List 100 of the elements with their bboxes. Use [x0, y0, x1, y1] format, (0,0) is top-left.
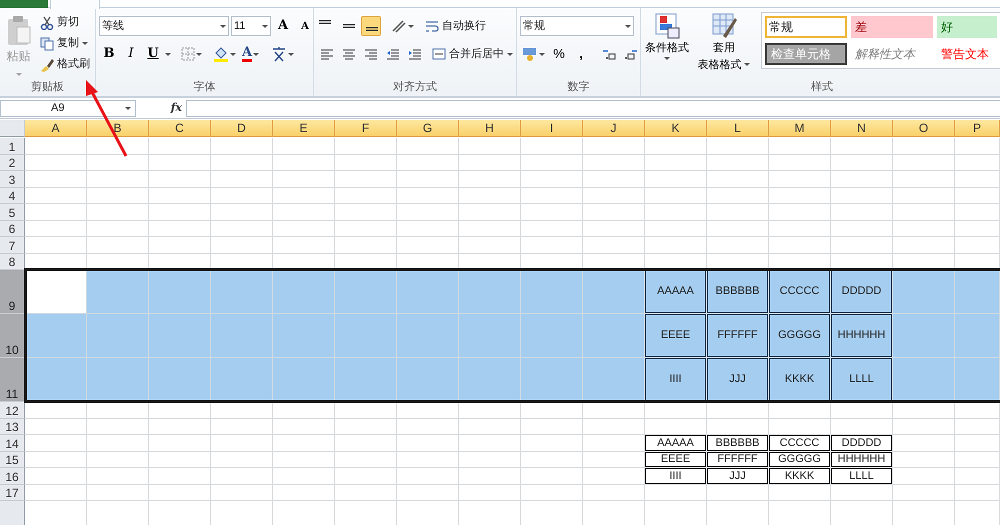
row-header[interactable]: 3: [0, 171, 25, 188]
empty-cell: [521, 171, 583, 188]
cell-style-item[interactable]: 差: [850, 16, 933, 38]
empty-cell: [893, 204, 955, 220]
row-header[interactable]: 11: [0, 358, 25, 402]
font-size-dropdown[interactable]: 11: [231, 16, 271, 36]
selected-cell: [583, 314, 645, 358]
scissors-icon: [40, 16, 54, 30]
bold-button[interactable]: B: [99, 44, 119, 64]
table-cell: CCCCC: [769, 435, 831, 452]
row-header[interactable]: 13: [0, 418, 25, 435]
empty-cell: [149, 435, 211, 452]
row-header[interactable]: 15: [0, 452, 25, 468]
column-header[interactable]: N: [831, 120, 893, 137]
font-color-button[interactable]: A: [240, 44, 262, 64]
merge-center-button[interactable]: 合并后居中: [430, 44, 515, 64]
row-header[interactable]: 1: [0, 138, 25, 154]
grow-font-button[interactable]: A: [273, 16, 293, 36]
empty-cell: [521, 418, 583, 435]
empty-cell: [335, 237, 397, 254]
cell-style-item[interactable]: 常规: [764, 16, 847, 38]
table-cell: BBBBBB: [707, 270, 769, 314]
align-lines-icon: [364, 48, 378, 60]
selected-cell: [397, 270, 459, 314]
comma-button[interactable]: ,: [571, 44, 591, 64]
empty-cell: [459, 171, 521, 188]
empty-cell: [211, 468, 273, 484]
row-header[interactable]: 16: [0, 468, 25, 484]
row-header[interactable]: 10: [0, 314, 25, 358]
empty-cell: [645, 188, 707, 204]
empty-cell: [459, 220, 521, 237]
empty-cell: [335, 188, 397, 204]
empty-cell: [459, 468, 521, 484]
row-header[interactable]: 5: [0, 204, 25, 220]
insert-function-button[interactable]: fx: [136, 100, 186, 117]
shrink-font-button[interactable]: A: [295, 16, 315, 36]
row-header[interactable]: 12: [0, 402, 25, 418]
column-header[interactable]: B: [87, 120, 149, 137]
column-header[interactable]: I: [521, 120, 583, 137]
copy-button[interactable]: 复制: [38, 33, 92, 54]
column-header[interactable]: K: [645, 120, 707, 137]
empty-cell: [769, 171, 831, 188]
empty-cell: [273, 138, 335, 154]
column-header[interactable]: A: [25, 120, 87, 137]
empty-cell: [831, 220, 893, 237]
copy-icon: [40, 36, 54, 50]
empty-cell: [955, 220, 1000, 237]
row-header[interactable]: 4: [0, 188, 25, 204]
formula-input-field[interactable]: [186, 100, 1000, 117]
column-header[interactable]: H: [459, 120, 521, 137]
column-header[interactable]: D: [211, 120, 273, 137]
row-header[interactable]: 2: [0, 154, 25, 171]
active-cell[interactable]: [25, 270, 87, 314]
row-header[interactable]: 8: [0, 254, 25, 270]
row-header[interactable]: 7: [0, 237, 25, 254]
row-header[interactable]: 14: [0, 435, 25, 452]
font-family-dropdown[interactable]: 等线: [99, 16, 229, 36]
empty-cell: [521, 188, 583, 204]
table-format-button[interactable]: 套用 表格格式: [694, 12, 754, 80]
empty-cell: [397, 154, 459, 171]
table-cell: FFFFFF: [707, 314, 769, 358]
column-header[interactable]: C: [149, 120, 211, 137]
empty-cell: [893, 435, 955, 452]
percent-button[interactable]: %: [549, 44, 569, 64]
column-header[interactable]: L: [707, 120, 769, 137]
row-header[interactable]: 6: [0, 220, 25, 237]
empty-cell: [955, 452, 1000, 468]
wrap-text-button[interactable]: 自动换行: [423, 16, 488, 36]
selected-cell: [335, 358, 397, 402]
conditional-format-button[interactable]: 条件格式: [644, 12, 690, 80]
column-header[interactable]: F: [335, 120, 397, 137]
row-header[interactable]: 9: [0, 270, 25, 314]
brush-icon: [40, 58, 54, 72]
merge-cells-icon: [432, 48, 446, 60]
empty-cell: [521, 468, 583, 484]
empty-cell: [707, 402, 769, 418]
empty-cell: [645, 154, 707, 171]
row-header[interactable]: 17: [0, 484, 25, 501]
vertical-align-button[interactable]: [361, 16, 381, 36]
column-header[interactable]: O: [893, 120, 955, 137]
cell-style-item[interactable]: 好: [936, 16, 997, 38]
empty-cell: [459, 435, 521, 452]
dropdown-caret-icon: [288, 52, 294, 56]
cut-button[interactable]: 剪切: [38, 12, 92, 33]
empty-cell: [211, 138, 273, 154]
format-painter-button[interactable]: 格式刷: [38, 54, 92, 75]
empty-cell: [397, 188, 459, 204]
table-cell: GGGGG: [769, 314, 831, 358]
column-header[interactable]: J: [583, 120, 645, 137]
italic-button[interactable]: I: [121, 44, 141, 64]
column-header[interactable]: M: [769, 120, 831, 137]
empty-cell: [707, 484, 769, 501]
column-header[interactable]: G: [397, 120, 459, 137]
table-cell: GGGGG: [769, 452, 831, 468]
column-header[interactable]: P: [955, 120, 1000, 137]
selected-cell: [273, 270, 335, 314]
column-header[interactable]: E: [273, 120, 335, 137]
number-format-dropdown[interactable]: 常规: [520, 16, 634, 36]
underline-button[interactable]: U: [143, 44, 163, 64]
empty-cell: [645, 484, 707, 501]
